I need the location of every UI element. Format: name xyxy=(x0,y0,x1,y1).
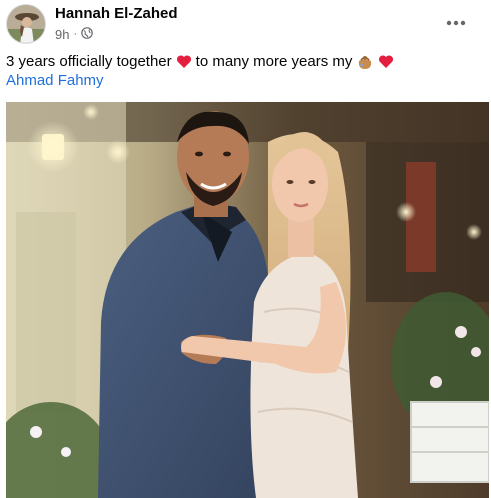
gift-pouch-icon xyxy=(356,54,374,70)
red-heart-icon xyxy=(176,54,192,69)
caption-text-2: to many more years my xyxy=(195,53,353,70)
facebook-post: Hannah El-Zahed 9h · 3 years officially … xyxy=(0,0,491,498)
author-avatar[interactable] xyxy=(6,4,46,44)
author-name[interactable]: Hannah El-Zahed xyxy=(55,5,178,22)
post-caption: 3 years officially together to many more… xyxy=(6,52,486,90)
tagged-person-link[interactable]: Ahmad Fahmy xyxy=(6,72,104,89)
caption-text-1: 3 years officially together xyxy=(6,53,172,70)
meta-separator: · xyxy=(73,28,78,40)
caption-line: 3 years officially together to many more… xyxy=(6,52,486,71)
post-meta: 9h · xyxy=(55,26,93,42)
post-timestamp[interactable]: 9h xyxy=(55,27,69,42)
more-options-button[interactable] xyxy=(440,8,472,36)
red-heart-icon xyxy=(378,54,394,69)
post-photo[interactable] xyxy=(6,102,489,498)
couple-photo xyxy=(6,102,489,498)
globe-icon[interactable] xyxy=(81,26,93,42)
caption-tag-line: Ahmad Fahmy xyxy=(6,71,486,90)
post-header: Hannah El-Zahed 9h · xyxy=(0,0,491,48)
avatar-image xyxy=(7,5,45,43)
more-horizontal-icon xyxy=(446,13,466,31)
